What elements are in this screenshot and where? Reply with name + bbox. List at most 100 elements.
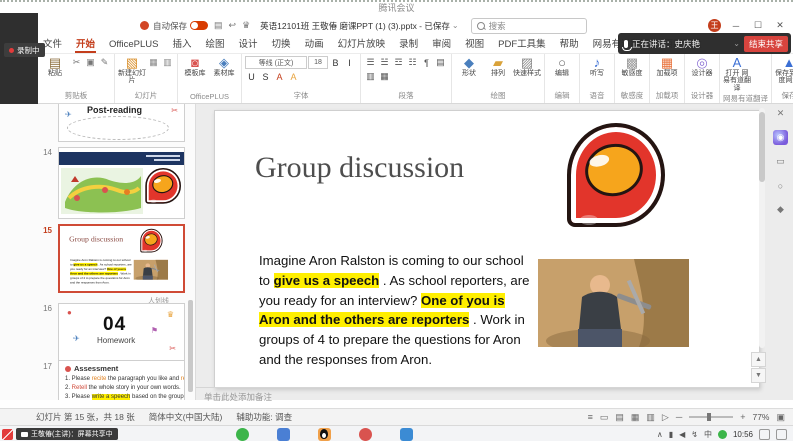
ribbon-tab-动画[interactable]: 动画 [304, 36, 325, 53]
sensitivity-button[interactable]: ▩敏感度 [618, 56, 646, 77]
wechat-tray-icon[interactable] [718, 430, 727, 439]
ribbon-tab-插入[interactable]: 插入 [172, 36, 193, 53]
line-spacing-button[interactable]: ☷ [406, 56, 419, 69]
align-left-button[interactable]: ▤ [434, 56, 447, 69]
align-center-button[interactable]: ▥ [364, 70, 377, 83]
annotation-close-icon[interactable]: ✕ [773, 106, 788, 121]
zoom-out-icon[interactable]: ─ [676, 412, 682, 422]
screen-share-indicator-icon[interactable] [2, 429, 13, 440]
zoom-slider[interactable] [689, 416, 733, 418]
bold-button[interactable]: B [329, 56, 342, 69]
thumbnail-scrollbar[interactable] [188, 300, 193, 392]
ribbon-tab-文件[interactable]: 文件 [42, 36, 63, 53]
notes-placeholder[interactable]: 单击此处添加备注 [204, 391, 272, 403]
end-share-button[interactable]: 结束共享 [744, 36, 788, 52]
underline-button[interactable]: U [245, 70, 258, 83]
netdisk-taskbar-icon[interactable] [400, 428, 413, 441]
ribbon-tab-帮助[interactable]: 帮助 [559, 36, 580, 53]
minimize-icon[interactable]: ─ [729, 21, 743, 31]
save-to-baidu-button[interactable]: ▲保存到百度网盘 [775, 56, 793, 85]
copy-button[interactable]: ▣ [84, 56, 97, 69]
search-input[interactable]: 搜索 [471, 18, 587, 34]
previous-slide-button[interactable]: ▲ [751, 352, 766, 367]
aron-ralston-photo[interactable] [538, 259, 689, 347]
paragraph-mark-button[interactable]: ¶ [420, 56, 433, 69]
tray-app-icon-2[interactable] [776, 429, 787, 440]
browser-taskbar-icon[interactable] [359, 428, 372, 441]
new-slide-button[interactable]: ▧新建幻灯片 [118, 56, 146, 85]
bullets-button[interactable]: ☰ [364, 56, 377, 69]
ribbon-tab-录制[interactable]: 录制 [398, 36, 419, 53]
dictate-button[interactable]: ♪听写 [583, 56, 611, 77]
next-slide-button[interactable]: ▼ [751, 368, 766, 383]
clock[interactable]: 10:56 [733, 430, 753, 439]
user-avatar[interactable]: 王 [708, 19, 721, 32]
ribbon-tab-OfficePLUS[interactable]: OfficePLUS [108, 39, 159, 53]
slide-title[interactable]: Group discussion [255, 151, 464, 185]
shapes-button[interactable]: ◆形状 [455, 56, 483, 77]
ribbon-tab-设计[interactable]: 设计 [238, 36, 259, 53]
ribbon-tab-审阅[interactable]: 审阅 [431, 36, 452, 53]
notes-splitter[interactable] [196, 387, 759, 388]
wechat-taskbar-icon[interactable] [236, 428, 249, 441]
network-icon[interactable]: ↯ [691, 430, 698, 439]
accessibility-status[interactable]: 辅助功能: 调查 [236, 411, 292, 423]
overlay-expand-icon[interactable]: ⌄ [733, 39, 740, 48]
input-method-indicator[interactable]: 中 [704, 429, 712, 440]
meeting-app-taskbar-icon[interactable] [277, 428, 290, 441]
zoom-in-icon[interactable]: + [740, 412, 745, 422]
close-icon[interactable]: ✕ [773, 20, 787, 31]
arrange-button[interactable]: ▰排列 [484, 56, 512, 77]
fit-to-window-icon[interactable]: ▣ [776, 412, 785, 423]
slide-body-text[interactable]: Imagine Aron Ralston is coming to our sc… [259, 251, 537, 370]
asset-library-button[interactable]: ◈素材库 [210, 56, 238, 77]
format-painter-button[interactable]: ✎ [98, 56, 111, 69]
tray-app-icon-1[interactable] [759, 429, 770, 440]
numbering-button[interactable]: ☱ [378, 56, 391, 69]
title-dropdown-icon[interactable]: ⌄ [452, 21, 459, 30]
strikethrough-button[interactable]: S [259, 70, 272, 83]
autosave-toggle[interactable] [190, 21, 208, 30]
quick-styles-button[interactable]: ▨快速样式 [513, 56, 541, 77]
columns-button[interactable]: ▦ [378, 70, 391, 83]
meeting-taskbar-button[interactable]: 王敬偆(主讲)：屏幕共享中 [16, 428, 118, 440]
thumbnail-slide-14[interactable] [58, 147, 185, 219]
annotation-pen-icon[interactable]: ◉ [773, 130, 788, 145]
trophy-icon[interactable]: ♛ [242, 20, 250, 31]
layout-button[interactable]: ▦ [147, 56, 160, 69]
cut-button[interactable]: ✂ [70, 56, 83, 69]
template-library-button[interactable]: ◙模板库 [181, 56, 209, 77]
designer-button[interactable]: ◎设计器 [688, 56, 716, 77]
ribbon-tab-PDF工具集[interactable]: PDF工具集 [497, 36, 547, 53]
slide-sorter-icon[interactable]: ▦ [631, 412, 640, 423]
undo-icon[interactable]: ↩ [229, 20, 237, 31]
youdao-translate-button[interactable]: A打开 网易有道翻译 [723, 56, 751, 92]
ribbon-tab-绘图[interactable]: 绘图 [205, 36, 226, 53]
addins-button[interactable]: ▦加载项 [653, 56, 681, 77]
annotation-eraser-icon[interactable]: ◆ [773, 202, 788, 217]
save-icon[interactable]: ▤ [214, 20, 223, 31]
thumbnail-slide-17[interactable]: Assessment 1. Please recite the paragrap… [58, 360, 185, 400]
notes-toggle-icon[interactable]: ≡ [588, 412, 593, 422]
thumbnail-slide-15-selected[interactable]: Group discussion Imagine Aron Ralston is… [58, 224, 185, 293]
paste-button[interactable]: ▤粘贴 [41, 56, 69, 77]
language-status[interactable]: 简体中文(中国大陆) [149, 411, 223, 423]
highlight-color-button[interactable]: A [287, 70, 300, 83]
comments-icon[interactable]: ▭ [600, 412, 609, 423]
volume-icon[interactable]: ◀ [679, 430, 685, 439]
indent-button[interactable]: ☲ [392, 56, 405, 69]
italic-button[interactable]: I [343, 56, 356, 69]
tray-expand-icon[interactable]: ∧ [657, 430, 663, 439]
phone-icon[interactable]: ▮ [669, 430, 673, 439]
font-color-button[interactable]: A [273, 70, 286, 83]
annotation-rect-icon[interactable]: ▭ [773, 154, 788, 169]
pin-logo[interactable] [567, 123, 665, 227]
ribbon-tab-视图[interactable]: 视图 [464, 36, 485, 53]
slide-scrollbar[interactable] [759, 108, 765, 348]
editing-button[interactable]: ○编辑 [548, 56, 576, 77]
qq-taskbar-icon[interactable] [318, 428, 331, 441]
normal-view-icon[interactable]: ▤ [615, 412, 624, 423]
ribbon-tab-幻灯片放映[interactable]: 幻灯片放映 [337, 36, 387, 53]
zoom-level[interactable]: 77% [752, 412, 769, 422]
ribbon-tab-切换[interactable]: 切换 [271, 36, 292, 53]
